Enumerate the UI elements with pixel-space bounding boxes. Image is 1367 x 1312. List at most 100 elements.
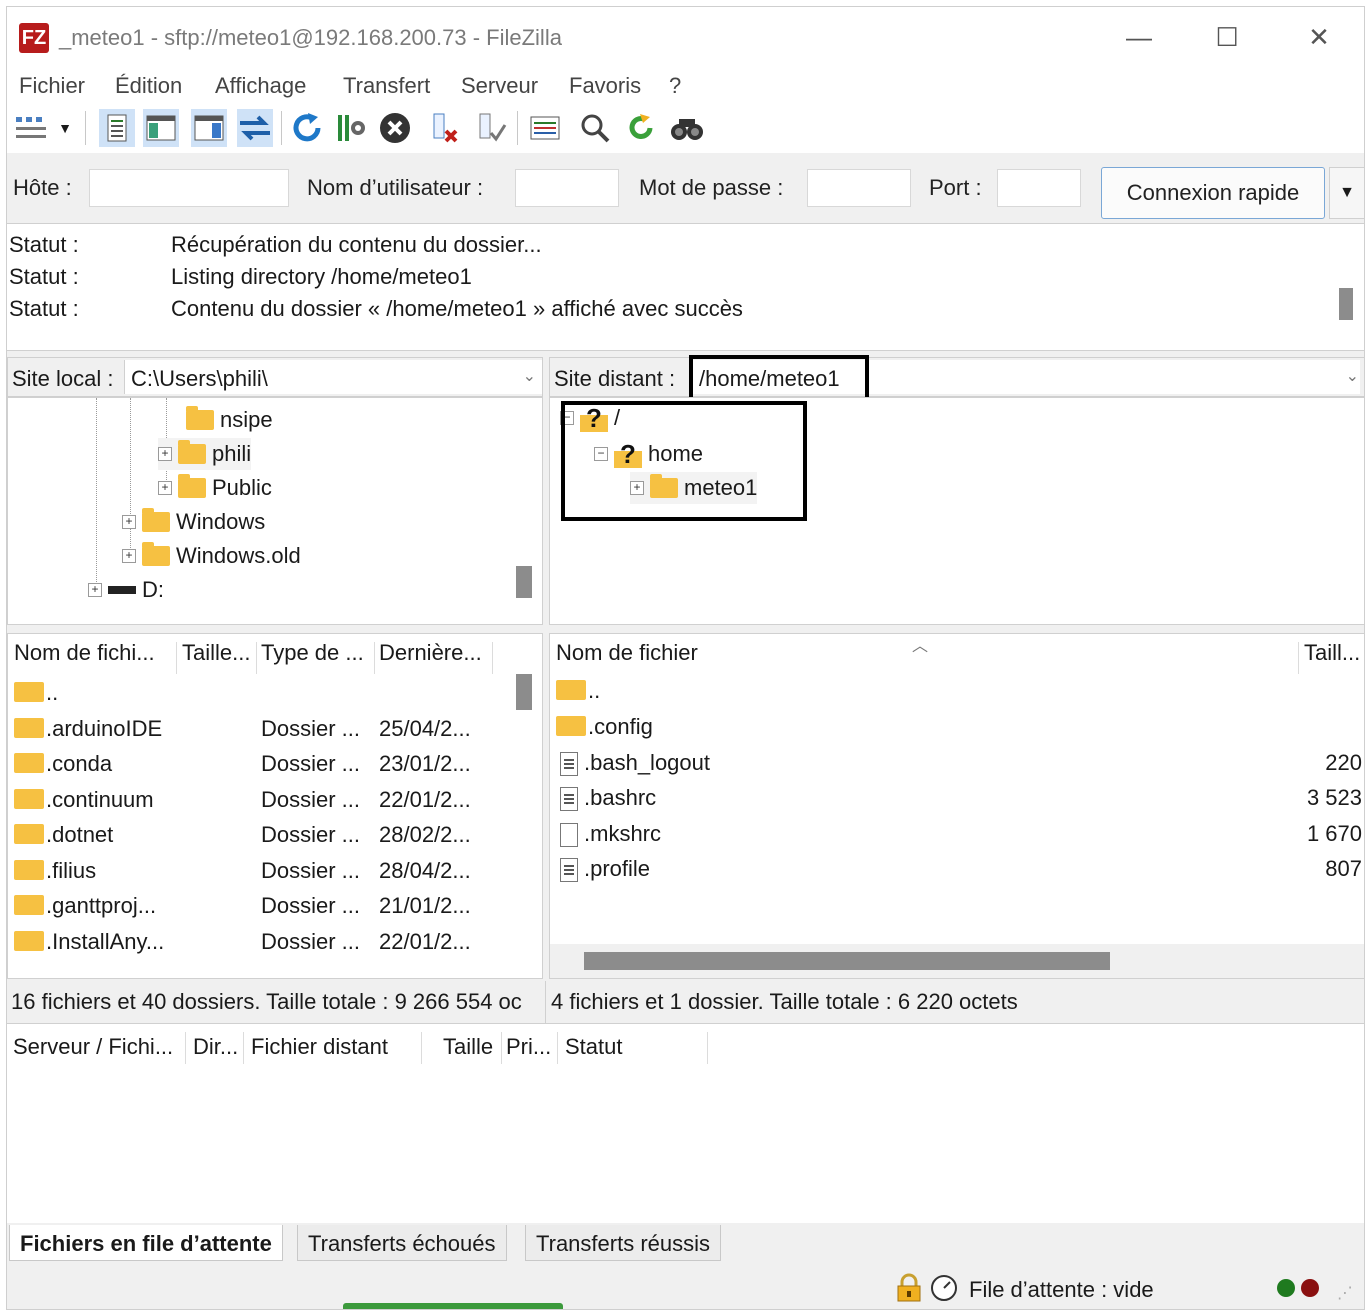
tree-item-phili[interactable]: + phili — [158, 438, 252, 470]
menu-help[interactable]: ? — [669, 73, 681, 99]
queue-header-server[interactable]: Serveur / Fichi... — [13, 1034, 173, 1060]
site-manager-dropdown-icon[interactable]: ▼ — [55, 109, 75, 147]
tree-item-windows-old[interactable]: + Windows.old — [122, 540, 301, 572]
chevron-down-icon[interactable]: ⌄ — [523, 366, 536, 386]
menu-transfert[interactable]: Transfert — [343, 73, 430, 99]
remote-file-list: Nom de fichier ︿ Taill... .. .config .ba… — [549, 633, 1364, 979]
toggle-local-tree-icon[interactable] — [143, 109, 179, 147]
list-item[interactable]: .arduinoIDE Dossier ... 25/04/2... — [14, 716, 504, 750]
folder-icon — [14, 860, 44, 881]
local-tree-scrollbar[interactable] — [516, 566, 532, 598]
toggle-log-icon[interactable] — [99, 109, 135, 147]
queue-header-direction[interactable]: Dir... — [193, 1034, 238, 1060]
quickconnect-history-dropdown[interactable]: ▼ — [1329, 167, 1364, 219]
directory-listing-filters-icon[interactable] — [527, 109, 563, 147]
folder-icon — [14, 789, 44, 810]
local-status: 16 fichiers et 40 dossiers. Taille total… — [11, 981, 545, 1023]
close-button[interactable]: ✕ — [1291, 19, 1347, 55]
folder-icon — [178, 474, 206, 498]
toggle-queue-icon[interactable] — [237, 109, 273, 147]
folder-icon — [142, 542, 170, 566]
password-input[interactable] — [807, 169, 911, 207]
port-label: Port : — [929, 175, 982, 200]
local-list-scrollbar[interactable] — [516, 674, 532, 710]
column-header-name[interactable]: Nom de fichier — [556, 640, 856, 674]
host-input[interactable] — [89, 169, 289, 207]
menu-serveur[interactable]: Serveur — [461, 73, 538, 99]
minimize-button[interactable]: — — [1111, 19, 1167, 55]
quickconnect-button[interactable]: Connexion rapide — [1101, 167, 1325, 219]
column-header-size[interactable]: Taill... — [1304, 640, 1364, 674]
local-path-input[interactable]: C:\Users\phili\ — [124, 360, 542, 394]
port-input[interactable] — [997, 169, 1081, 207]
folder-icon — [178, 440, 206, 464]
tree-item-public[interactable]: + Public — [158, 472, 272, 504]
drive-icon — [108, 586, 136, 594]
disconnect-icon[interactable] — [427, 109, 463, 147]
tree-item-windows[interactable]: + Windows — [122, 506, 265, 538]
log-scrollbar[interactable] — [1339, 288, 1353, 320]
chevron-down-icon[interactable]: ⌄ — [1346, 366, 1359, 386]
username-input[interactable] — [515, 169, 619, 207]
tree-item-drive-d[interactable]: + D: — [88, 574, 164, 606]
hscroll-thumb[interactable] — [584, 952, 1110, 970]
list-item[interactable]: .. — [14, 680, 504, 714]
queue-header-priority[interactable]: Pri... — [506, 1034, 551, 1060]
column-header-type[interactable]: Type de ... — [261, 640, 373, 674]
column-header-modified[interactable]: Dernière... — [379, 640, 491, 674]
resize-grip-icon[interactable]: ⋰ — [1337, 1283, 1353, 1303]
list-item[interactable]: .. — [556, 678, 1362, 712]
toggle-remote-tree-icon[interactable] — [191, 109, 227, 147]
refresh-icon[interactable] — [289, 109, 325, 147]
list-item[interactable]: .dotnet Dossier ... 28/02/2... — [14, 822, 504, 856]
queue-header-remote-file[interactable]: Fichier distant — [251, 1034, 388, 1060]
maximize-button[interactable]: ☐ — [1199, 19, 1255, 55]
annotation-box-path — [689, 355, 869, 401]
menu-favoris[interactable]: Favoris — [569, 73, 641, 99]
list-item[interactable]: .config — [556, 714, 1362, 748]
blank-file-icon — [560, 823, 578, 848]
tab-successful-transfers[interactable]: Transferts réussis — [525, 1225, 722, 1261]
list-item[interactable]: .filius Dossier ... 28/04/2... — [14, 858, 504, 892]
folder-icon — [556, 716, 586, 737]
tab-failed-transfers[interactable]: Transferts échoués — [297, 1225, 507, 1261]
folder-icon — [14, 718, 44, 739]
cancel-operation-icon[interactable] — [377, 109, 413, 147]
reconnect-icon[interactable] — [473, 109, 509, 147]
status-bar: File d’attente : vide ⋰ — [7, 1263, 1364, 1309]
list-item[interactable]: .continuum Dossier ... 22/01/2... — [14, 787, 504, 821]
column-header-size[interactable]: Taille... — [182, 640, 254, 674]
download-indicator-icon — [1301, 1279, 1319, 1297]
expand-icon[interactable]: + — [122, 549, 136, 563]
list-item[interactable]: .bashrc 3 523 — [556, 785, 1362, 819]
expand-icon[interactable]: + — [158, 481, 172, 495]
tree-item-nsipe[interactable]: nsipe — [166, 404, 273, 436]
sync-browsing-icon[interactable] — [577, 109, 613, 147]
site-manager-icon[interactable] — [11, 109, 53, 147]
expand-icon[interactable]: + — [122, 515, 136, 529]
queue-header-size[interactable]: Taille — [443, 1034, 493, 1060]
queue-header-status[interactable]: Statut — [565, 1034, 622, 1060]
local-path-bar: Site local : C:\Users\phili\ ⌄ — [7, 357, 543, 397]
list-item[interactable]: .mkshrc 1 670 — [556, 821, 1362, 855]
list-item[interactable]: .ganttproj... Dossier ... 21/01/2... — [14, 893, 504, 927]
speed-limit-icon[interactable] — [929, 1273, 959, 1309]
menu-fichier[interactable]: Fichier — [19, 73, 85, 99]
tab-queued-files[interactable]: Fichiers en file d’attente — [9, 1225, 283, 1261]
transfer-queue: Serveur / Fichi... Dir... Fichier distan… — [7, 1023, 1364, 1223]
lock-icon — [895, 1273, 923, 1309]
search-icon[interactable] — [669, 109, 705, 147]
toolbar: ▼ — [7, 103, 1364, 153]
list-item[interactable]: .bash_logout 220 — [556, 750, 1362, 784]
list-item[interactable]: .InstallAny... Dossier ... 22/01/2... — [14, 929, 504, 963]
list-item[interactable]: .conda Dossier ... 23/01/2... — [14, 751, 504, 785]
menu-edition[interactable]: Édition — [115, 73, 182, 99]
list-item[interactable]: .profile 807 — [556, 856, 1362, 890]
column-header-name[interactable]: Nom de fichi... — [14, 640, 172, 674]
menu-affichage[interactable]: Affichage — [215, 73, 306, 99]
process-queue-icon[interactable] — [333, 109, 369, 147]
compare-directories-icon[interactable] — [623, 109, 659, 147]
remote-hscrollbar[interactable] — [550, 944, 1364, 978]
expand-icon[interactable]: + — [158, 447, 172, 461]
expand-icon[interactable]: + — [88, 583, 102, 597]
